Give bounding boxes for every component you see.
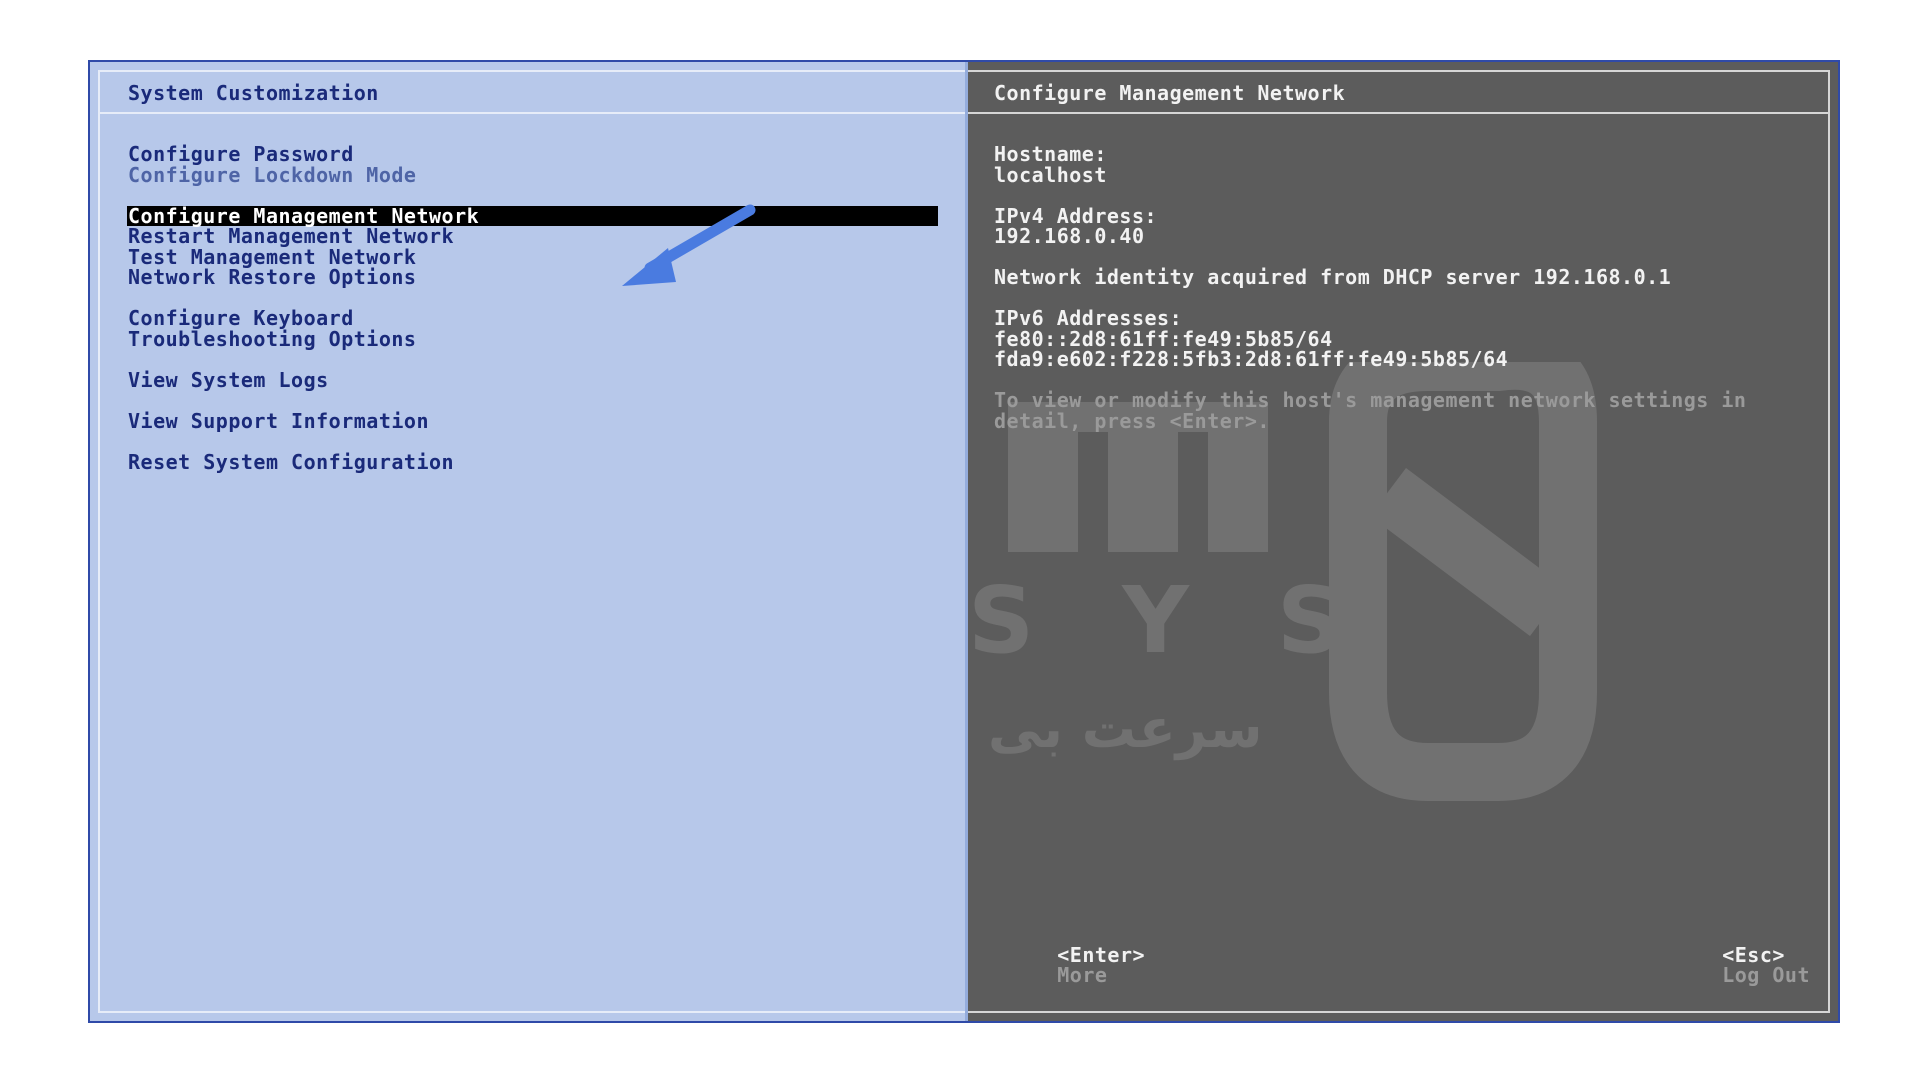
menu-spacer xyxy=(128,349,938,370)
esc-action-label: Log Out xyxy=(1722,963,1810,987)
ipv6-label: IPv6 Addresses: xyxy=(994,306,1183,330)
system-customization-panel: System Customization Configure Password … xyxy=(90,62,968,1021)
menu-item-troubleshooting-options[interactable]: Troubleshooting Options xyxy=(128,328,938,350)
menu-item-configure-keyboard[interactable]: Configure Keyboard xyxy=(128,308,938,329)
menu-item-reset-system-configuration[interactable]: Reset System Configuration xyxy=(128,451,938,473)
left-frame-left xyxy=(98,70,100,1013)
help-text: To view or modify this host's management… xyxy=(994,388,1747,433)
hostname-label: Hostname: xyxy=(994,142,1107,166)
detail-title: Configure Management Network xyxy=(994,81,1346,105)
left-title-divider xyxy=(100,112,965,114)
esc-logout-hint[interactable]: <Esc> Log Out xyxy=(1647,924,1810,1006)
hostname-value: localhost xyxy=(994,162,1107,187)
menu-item-configure-lockdown-mode: Configure Lockdown Mode xyxy=(128,162,417,187)
watermark-text: SYS xyxy=(968,567,1431,674)
ipv6-value-unique-local: fda9:e602:f228:5fb3:2d8:61ff:fe49:5b85/6… xyxy=(994,347,1509,371)
menu-item-view-system-logs[interactable]: View System Logs xyxy=(128,369,938,391)
ipv4-value: 192.168.0.40 xyxy=(994,224,1145,248)
esxi-dcui-console: System Customization Configure Password … xyxy=(88,60,1840,1023)
menu-spacer xyxy=(128,390,938,411)
watermark-persian-text: سرعت بی xyxy=(988,697,1262,760)
menu-item-configure-password[interactable]: Configure Password xyxy=(128,144,938,165)
management-network-detail-panel: SYS سرعت بی Configure Management Network… xyxy=(968,62,1838,1021)
right-title-divider xyxy=(968,112,1828,114)
enter-action-label: More xyxy=(1057,963,1108,987)
menu-spacer xyxy=(128,431,938,452)
menu-spacer xyxy=(128,288,938,309)
menu-item-configure-management-network[interactable]: Configure Management Network xyxy=(127,205,938,226)
left-frame-top xyxy=(100,70,965,72)
dhcp-note: Network identity acquired from DHCP serv… xyxy=(994,265,1672,289)
menu-item-network-restore-options[interactable]: Network Restore Options xyxy=(128,267,938,288)
panel-title: System Customization xyxy=(128,81,379,105)
ipv4-label: IPv4 Address: xyxy=(994,203,1158,228)
menu-item-view-support-information[interactable]: View Support Information xyxy=(128,410,938,432)
network-info: Hostname: localhost IPv4 Address: 192.16… xyxy=(994,142,1824,433)
ipv6-value-link-local: fe80::2d8:61ff:fe49:5b85/64 xyxy=(994,326,1333,351)
menu-spacer xyxy=(128,185,938,206)
company-logo-watermark: SYS سرعت بی xyxy=(968,362,1597,801)
enter-more-hint[interactable]: <Enter> More xyxy=(982,924,1145,1006)
menu-item-test-management-network[interactable]: Test Management Network xyxy=(128,246,938,268)
left-frame-bottom xyxy=(98,1011,965,1013)
customization-menu: Configure Password Configure Lockdown Mo… xyxy=(127,144,938,473)
menu-item-restart-management-network[interactable]: Restart Management Network xyxy=(128,226,938,247)
